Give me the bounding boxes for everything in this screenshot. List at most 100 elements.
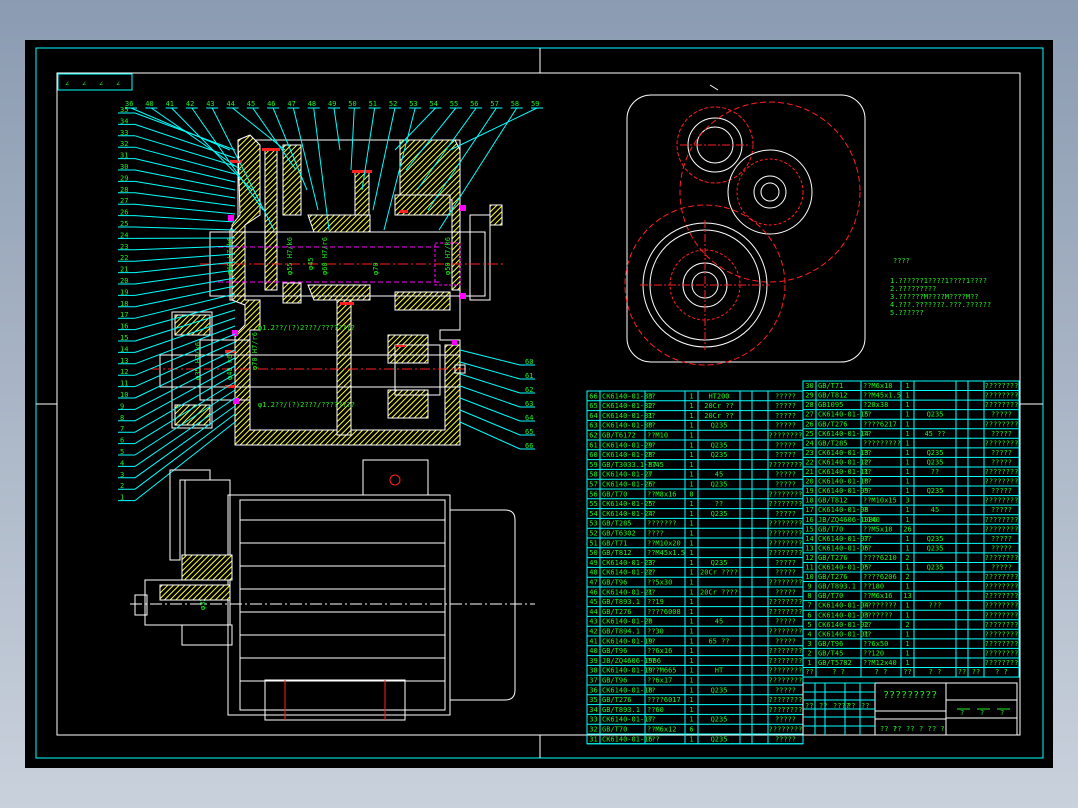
table-cell: ?????: [991, 535, 1012, 543]
table-cell: GB/T96: [818, 640, 843, 648]
table-cell: 2: [905, 573, 909, 581]
leader-line: [459, 421, 521, 450]
balloon-label: 46: [267, 100, 275, 108]
balloon-label: 11: [120, 380, 128, 388]
table-cell: ?????: [775, 686, 796, 694]
table-cell: ??: [647, 481, 655, 489]
table-cell: 1: [905, 640, 909, 648]
table-cell: ?????: [991, 506, 1012, 514]
table-cell: CK6140-01-14: [818, 430, 869, 438]
title-block-cell: ??: [861, 702, 869, 710]
table-cell: ??6x17: [647, 677, 672, 685]
table-cell: 30: [805, 382, 813, 390]
table-cell: 1: [905, 602, 909, 610]
table-row: 58 CK6140-01-27? 1 45?????: [587, 471, 803, 480]
balloon-label: 66: [525, 442, 533, 450]
table-cell: CK6140-01-20: [602, 618, 653, 626]
table-cell: CK6140-01-23: [602, 559, 653, 567]
table-cell: 15: [805, 525, 813, 533]
table-cell: ??: [863, 468, 871, 476]
table-row: 3 GB/T96 ??6x50 1????????: [803, 640, 1019, 649]
dimension-label: φ70 H7/r6: [251, 332, 259, 370]
table-cell: 2: [905, 621, 909, 629]
table-cell: GB/T5782: [818, 659, 852, 667]
table-row: 34 GB/T893.1 ??60 1????????: [587, 706, 803, 715]
table-cell: ????????: [769, 598, 803, 606]
table-cell: 23: [805, 449, 813, 457]
table-cell: 1: [689, 588, 693, 596]
header-cell: ? ?: [875, 668, 888, 676]
balloon-label: 40: [145, 100, 153, 108]
table-row: 18 GB/T812 ??M10x15 3????????: [803, 497, 1019, 506]
table-row: 36 CK6140-01-18?? 1 Q235?????: [587, 686, 803, 696]
table-cell: ?20x38: [863, 401, 888, 409]
table-cell: 52: [589, 530, 597, 538]
table-row: 45 GB/T893.1 ??19 1????????: [587, 598, 803, 608]
table-cell: ????????: [769, 628, 803, 636]
table-row: 38 CK6140-01-19???M665 1 HT????????: [587, 667, 803, 676]
table-cell: CK6140-01-19: [602, 667, 653, 675]
table-cell: 45: [715, 471, 723, 479]
table-row: 4 CK6140-01-01?? 1????????: [803, 630, 1019, 640]
table-cell: ????: [647, 530, 664, 538]
table-cell: ????????: [985, 583, 1019, 591]
table-cell: 1: [689, 500, 693, 508]
balloon-label: 3: [120, 471, 124, 479]
table-cell: 20Cr ????: [700, 588, 738, 596]
table-row: 6 CK6140-01-03??????? 1????????: [803, 611, 1019, 621]
table-cell: ??6x50: [863, 640, 888, 648]
table-row: 51 GB/T71 ??M10x20 1????????: [587, 539, 803, 549]
table-row: 63 CK6140-01-30?? 1 Q235?????: [587, 422, 803, 431]
table-cell: 1: [905, 382, 909, 390]
table-cell: 16: [805, 516, 813, 524]
table-cell: 25: [805, 430, 813, 438]
balloon-label: 15: [120, 334, 128, 342]
table-cell: ?: [647, 618, 651, 626]
note-line: 4.???.???????.???.??????: [890, 301, 991, 309]
table-cell: ????6210: [863, 554, 897, 562]
table-cell: Q235: [927, 449, 944, 457]
table-cell: 45: [589, 598, 597, 606]
table-cell: GB/T276: [818, 554, 848, 562]
table-cell: ?????: [991, 449, 1012, 457]
dimension-label: φ45: [307, 257, 315, 270]
table-row: 64 CK6140-01-31?? 1 20Cr ???????: [587, 412, 803, 421]
table-cell: ????????: [863, 602, 897, 610]
table-cell: ????????: [985, 478, 1019, 486]
table-cell: ??M10x15: [863, 497, 897, 505]
table-row: 59 GB/T3033.1-87??45 1????????: [587, 461, 803, 470]
table-cell: GB/T45: [818, 649, 843, 657]
table-cell: 1: [689, 559, 693, 567]
balloon-label: 45: [247, 100, 255, 108]
table-cell: ????????: [769, 490, 803, 498]
table-cell: ????????: [985, 602, 1019, 610]
leader-line: [134, 341, 236, 388]
balloon-label: 47: [287, 100, 295, 108]
balloon-label: 48: [308, 100, 316, 108]
table-cell: 12: [805, 554, 813, 562]
table-row: 14 CK6140-01-07?? 1 Q235?????: [803, 535, 1019, 544]
table-cell: 11: [805, 564, 813, 572]
balloon-label: 65: [525, 428, 533, 436]
table-cell: CK6140-01-09: [818, 487, 869, 495]
table-cell: ????????: [769, 579, 803, 587]
table-cell: 4: [807, 630, 811, 638]
title-block-cell: ??: [805, 702, 813, 710]
table-cell: CK6140-01-10: [818, 478, 869, 486]
table-cell: ??M10x20: [647, 539, 681, 547]
header-cell: ? ?: [995, 668, 1008, 676]
table-cell: ?????: [775, 422, 796, 430]
table-cell: 51: [589, 539, 597, 547]
table-cell: HT: [715, 667, 724, 675]
note-line: 3.??????M????M????M??: [890, 293, 979, 301]
table-cell: ????????: [769, 696, 803, 704]
table-cell: ????????: [769, 657, 803, 665]
table-cell: 1: [905, 659, 909, 667]
table-cell: 1: [905, 544, 909, 552]
cad-drawing-canvas[interactable]: ∠ ∠ ∠ ∠ ???? 1.??????1????1????1???? 2.??????…: [25, 40, 1053, 768]
table-cell: ????6008: [647, 608, 681, 616]
table-cell: ????????: [985, 516, 1019, 524]
table-cell: ??: [647, 559, 655, 567]
table-cell: ????????: [985, 382, 1019, 390]
table-cell: CK6140-01-08: [818, 506, 869, 514]
